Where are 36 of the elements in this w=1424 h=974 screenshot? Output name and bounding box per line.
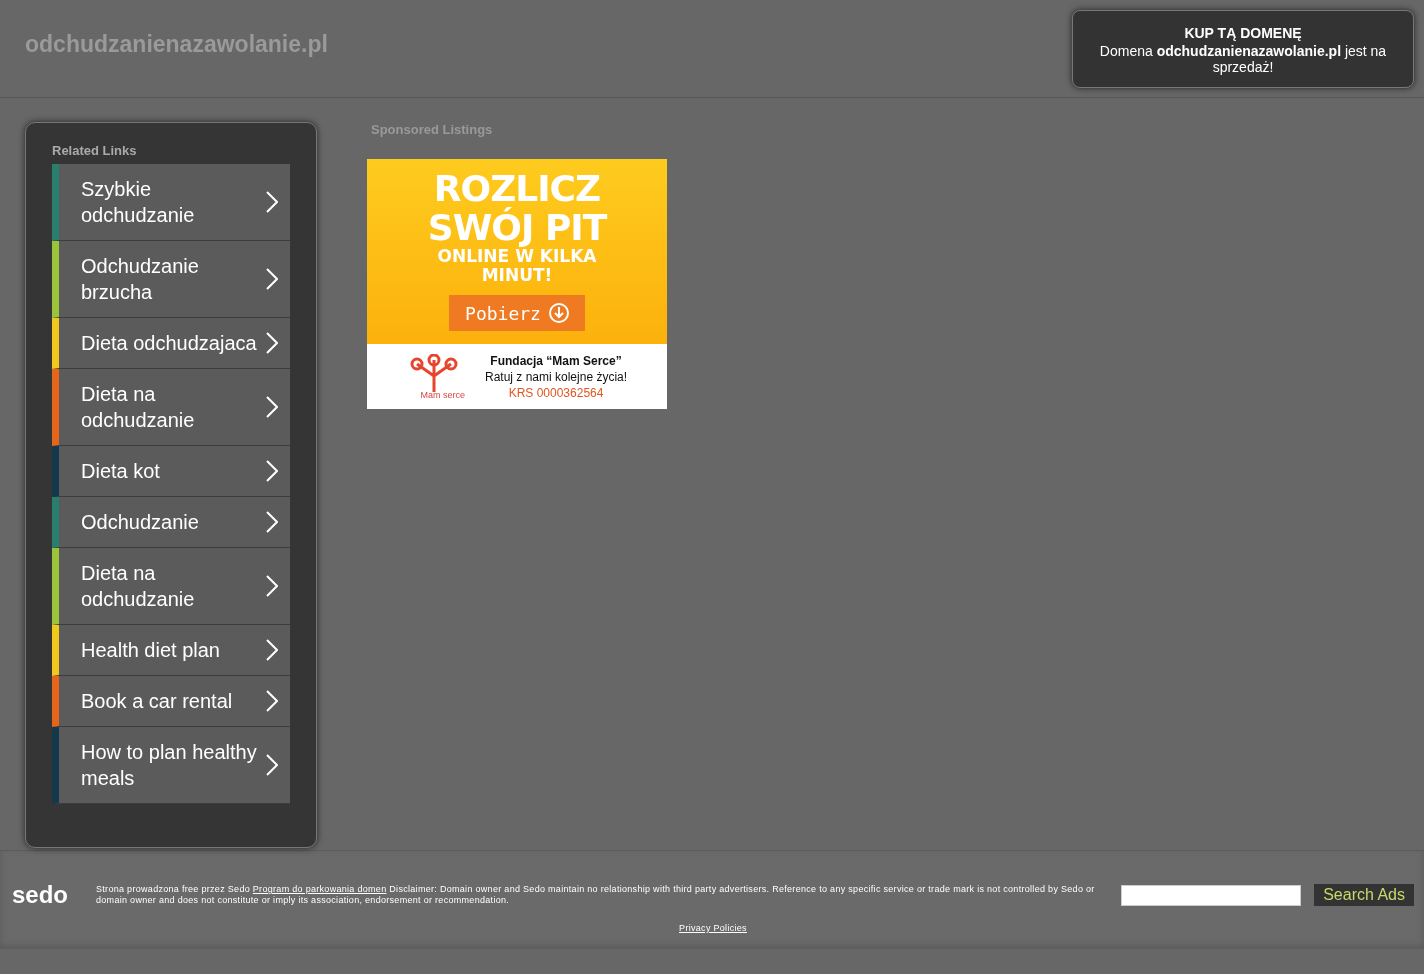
chevron-right-icon xyxy=(266,191,278,213)
chevron-right-icon xyxy=(266,268,278,290)
related-link[interactable]: Health diet plan xyxy=(52,625,290,676)
related-link[interactable]: Dieta na odchudzanie xyxy=(52,548,290,625)
related-link[interactable]: Dieta kot xyxy=(52,446,290,497)
related-link[interactable]: Szybkie odchudzanie xyxy=(52,164,290,241)
parking-program-link[interactable]: Program do parkowania domen xyxy=(252,884,387,894)
sedo-logo[interactable]: sedo xyxy=(12,881,86,909)
related-link[interactable]: Dieta odchudzajaca xyxy=(52,318,290,369)
related-link[interactable]: How to plan healthy meals xyxy=(52,727,290,804)
search-field[interactable] xyxy=(1121,884,1302,906)
download-circle-icon xyxy=(548,303,569,323)
chevron-right-icon xyxy=(266,460,278,482)
ad-slogan: Ratuj z nami kolejne życia! xyxy=(485,368,628,385)
footer-disclaimer: Strona prowadzona free przez Sedo Program do parkowania domen Disclaimer: Domain owner and Sedo maintain no relationship with third party advertisers. Reference to any specific service or trade mark is not controlled by Sedo or domain owner and does not constitute or imply its association, endorsement or recommendation. xyxy=(96,884,1096,906)
ad-krs: KRS 0000362564 xyxy=(507,384,605,401)
ad-organization: Fundacja “Mam Serce” xyxy=(489,352,623,369)
chevron-right-icon xyxy=(266,690,278,712)
chevron-right-icon xyxy=(266,575,278,597)
buy-domain-title: KUP TĄ DOMENĘ xyxy=(1183,25,1303,41)
chevron-right-icon xyxy=(266,639,278,661)
panel-heading: Related Links xyxy=(52,143,138,158)
chevron-right-icon xyxy=(266,396,278,418)
related-link[interactable]: Dieta na odchudzanie xyxy=(52,369,290,446)
related-link[interactable]: Odchudzanie xyxy=(52,497,290,548)
buy-domain-box[interactable]: KUP TĄ DOMENĘ Domena odchudzanienazawolanie.pl jest na sprzedaż! xyxy=(1072,10,1414,88)
related-link[interactable]: Odchudzanie brzucha xyxy=(52,241,290,318)
chevron-right-icon xyxy=(266,332,278,354)
related-link[interactable]: Book a car rental xyxy=(52,676,290,727)
privacy-policies-link[interactable]: Privacy Policies xyxy=(679,923,747,933)
chevron-right-icon xyxy=(266,511,278,533)
ad-subline: ONLINE W KILKA MINUT! xyxy=(437,247,598,285)
ad-logo-text: Mam serce xyxy=(420,389,465,400)
chevron-right-icon xyxy=(266,754,278,776)
buy-domain-message: Domena odchudzanienazawolanie.pl jest na sprzedaż! xyxy=(1098,43,1388,75)
search-ads-button[interactable]: Search Ads xyxy=(1314,884,1414,906)
